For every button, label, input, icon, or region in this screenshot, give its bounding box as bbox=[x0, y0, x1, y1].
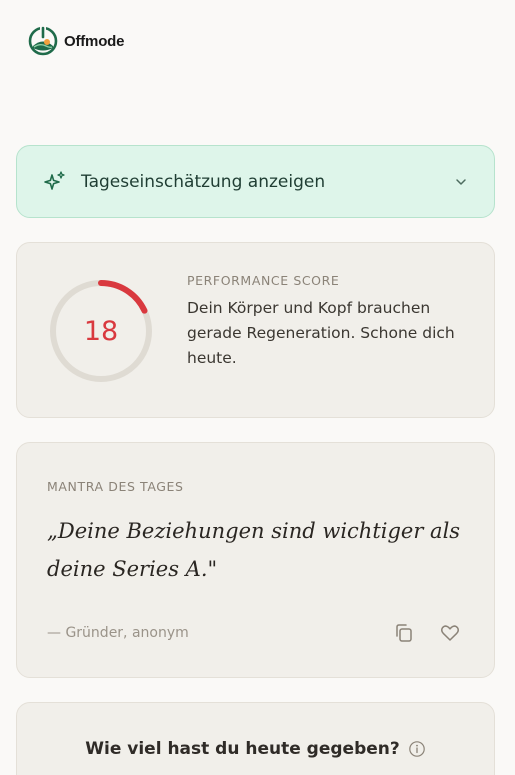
chevron-down-icon bbox=[456, 178, 466, 185]
copy-mantra-button[interactable] bbox=[392, 621, 416, 645]
like-mantra-button[interactable] bbox=[438, 621, 462, 645]
score-value: 18 bbox=[83, 315, 119, 347]
mantra-card: MANTRA DES TAGES „Deine Beziehungen sind… bbox=[16, 442, 495, 678]
daily-energy-card: Wie viel hast du heute gegeben? bbox=[16, 702, 495, 775]
mantra-quote: „Deine Beziehungen sind wichtiger als de… bbox=[47, 519, 461, 581]
app-logo[interactable]: Offmode bbox=[28, 26, 124, 56]
mantra-author: — Gründer, anonym bbox=[47, 625, 189, 641]
offmode-logo-icon bbox=[28, 26, 58, 56]
score-ring: 18 bbox=[49, 279, 153, 383]
performance-score-heading: PERFORMANCE SCORE bbox=[187, 273, 340, 288]
daily-assessment-toggle[interactable]: Tageseinschätzung anzeigen bbox=[16, 145, 495, 218]
mantra-heading: MANTRA DES TAGES bbox=[47, 479, 184, 494]
performance-score-card: 18 PERFORMANCE SCORE Dein Körper und Kop… bbox=[16, 242, 495, 418]
daily-assessment-label: Tageseinschätzung anzeigen bbox=[81, 171, 326, 192]
copy-icon bbox=[396, 624, 412, 642]
daily-energy-question: Wie viel hast du heute gegeben? bbox=[85, 739, 400, 759]
brand-name: Offmode bbox=[64, 32, 125, 50]
info-icon[interactable] bbox=[408, 740, 426, 758]
performance-score-description: Dein Körper und Kopf brauchen gerade Reg… bbox=[187, 299, 455, 367]
heart-icon bbox=[440, 625, 460, 641]
sparkle-icon bbox=[44, 170, 65, 190]
